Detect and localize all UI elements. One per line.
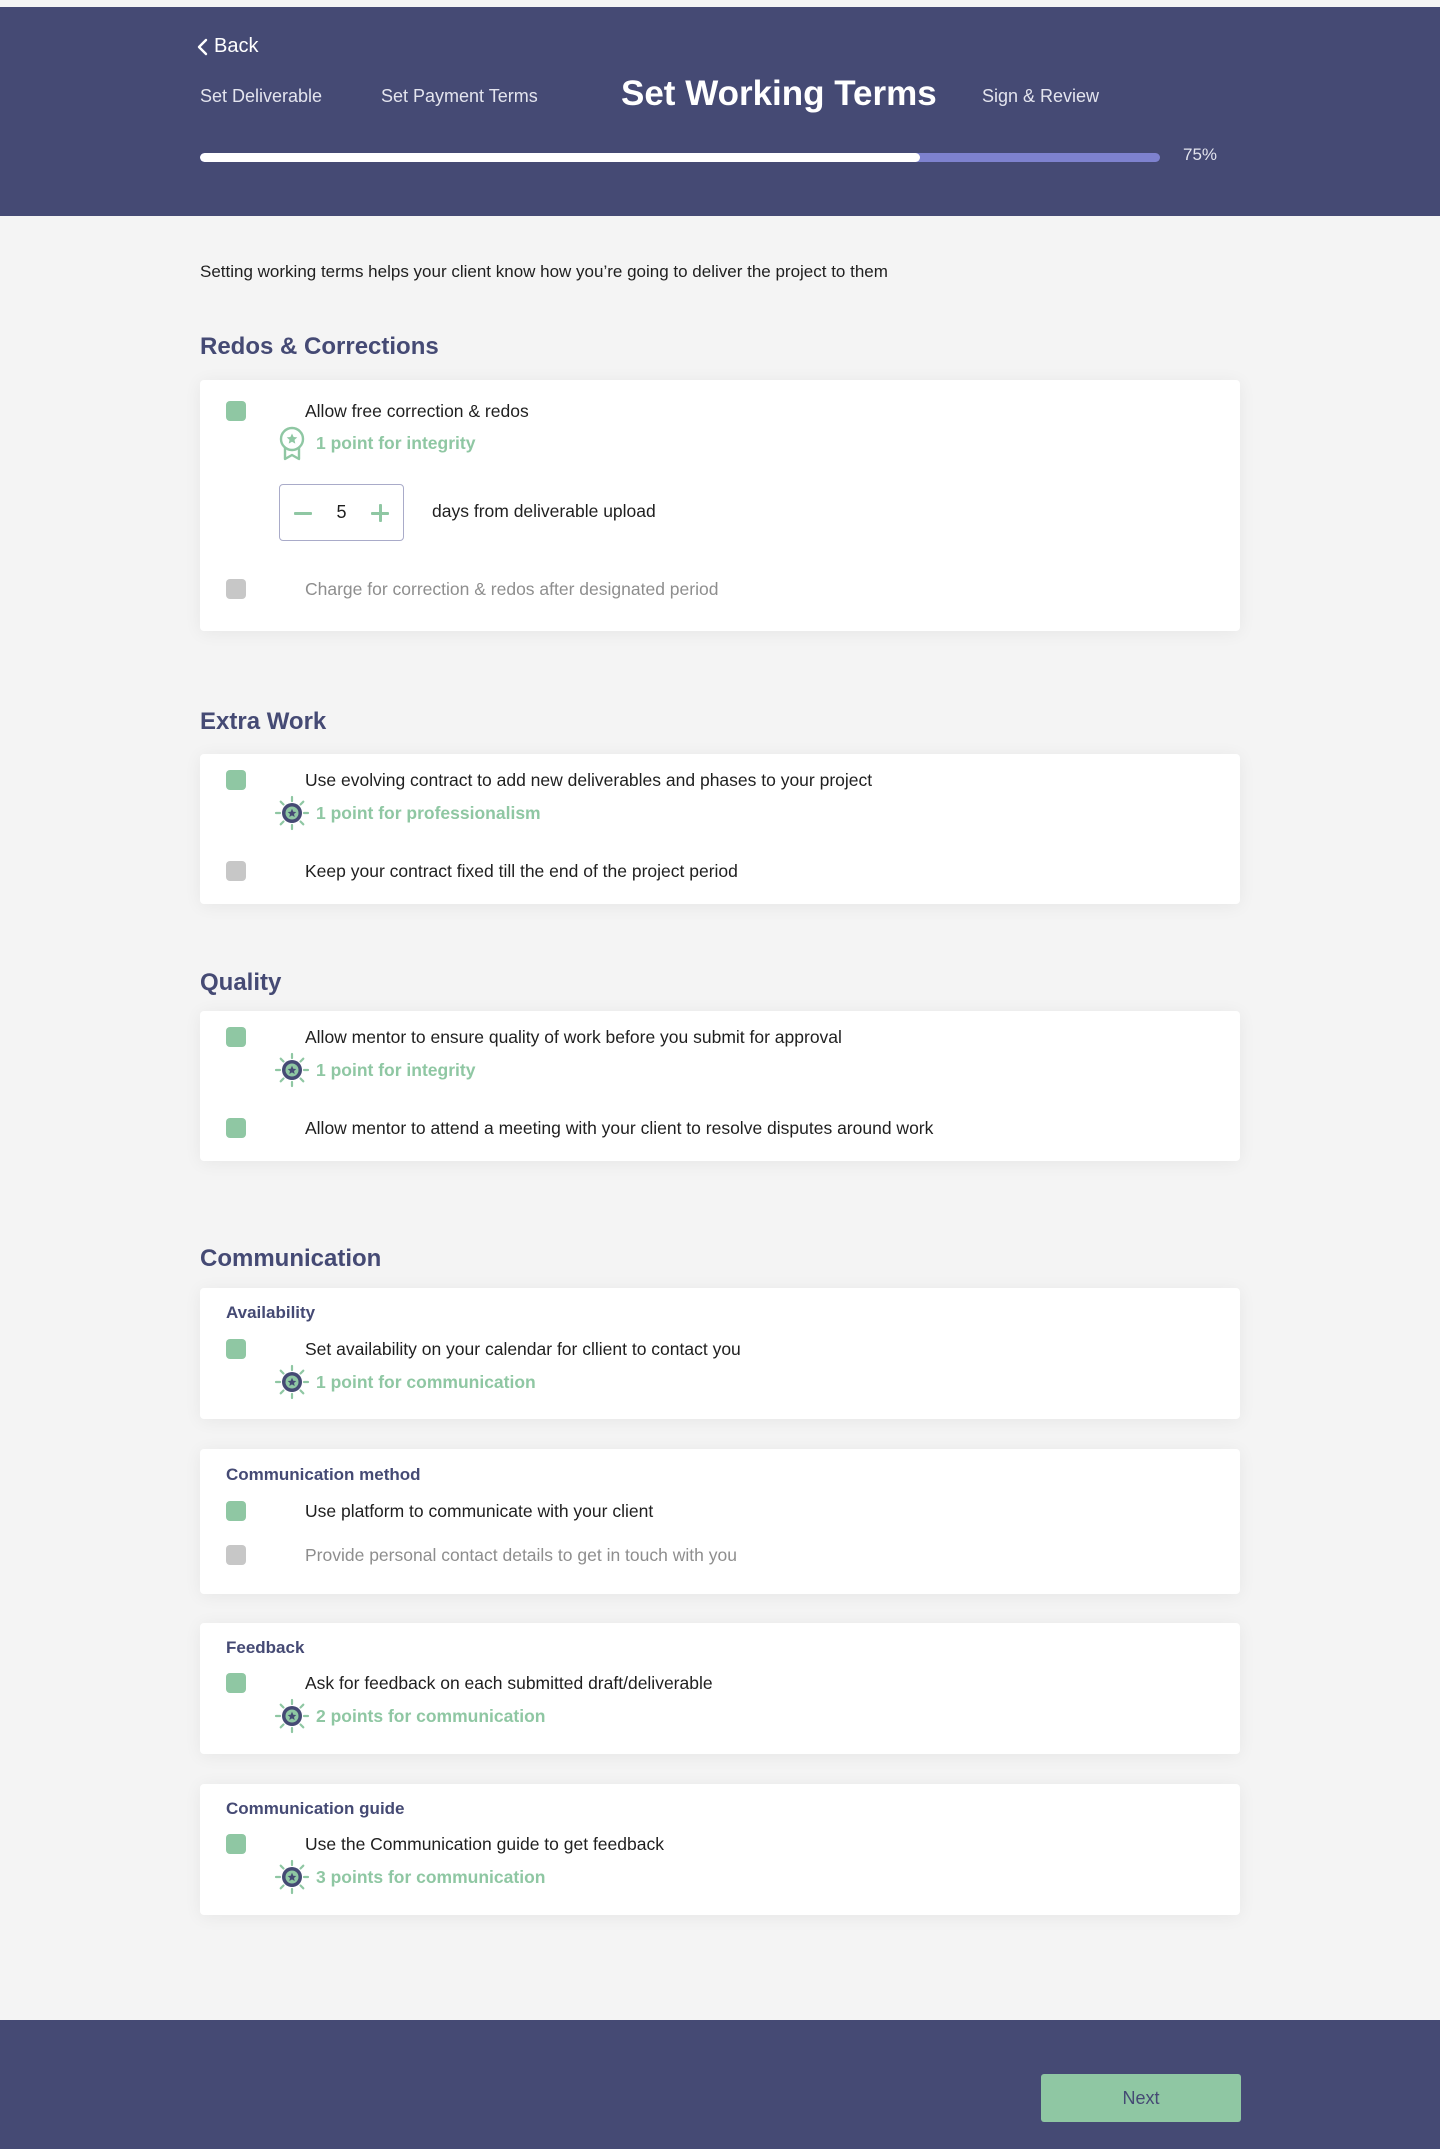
points-badge: 1 point for professionalism (274, 796, 541, 830)
checkbox-communication-guide[interactable] (226, 1834, 246, 1854)
back-label: Back (214, 35, 259, 57)
checkbox-use-platform[interactable] (226, 1501, 246, 1521)
points-badge: 1 point for integrity (274, 426, 475, 460)
progress-bar-fill (200, 153, 920, 162)
top-strip (0, 0, 1440, 7)
checkbox-personal-contact[interactable] (226, 1545, 246, 1565)
subtitle-availability: Availability (226, 1303, 316, 1322)
option-communication-guide[interactable]: Use the Communication guide to get feedb… (226, 1831, 1220, 1857)
footer-bar: Next (0, 2020, 1440, 2149)
option-free-redos[interactable]: Allow free correction & redos (226, 398, 1220, 424)
points-label: 3 points for communication (316, 1866, 546, 1887)
ribbon-badge-icon (274, 425, 310, 461)
option-label: Use the Communication guide to get feedb… (305, 1833, 664, 1854)
points-label: 1 point for professionalism (316, 802, 541, 823)
section-title-redos: Redos & Corrections (200, 333, 439, 360)
checkbox-mentor-meeting[interactable] (226, 1118, 246, 1138)
sun-badge-icon (274, 1698, 310, 1734)
option-label: Provide personal contact details to get … (305, 1544, 737, 1565)
section-title-quality: Quality (200, 969, 282, 996)
feedback-card: Feedback Ask for feedback on each submit… (200, 1623, 1240, 1754)
redos-card: Allow free correction & redos 1 point fo… (200, 380, 1240, 631)
days-stepper[interactable]: 5 (279, 484, 404, 541)
next-button[interactable]: Next (1041, 2074, 1241, 2122)
option-ask-feedback[interactable]: Ask for feedback on each submitted draft… (226, 1670, 1220, 1696)
communication-method-card: Communication method Use platform to com… (200, 1449, 1240, 1594)
sun-badge-icon (274, 1859, 310, 1895)
sun-badge-icon (274, 1052, 310, 1088)
option-personal-contact[interactable]: Provide personal contact details to get … (226, 1542, 1220, 1568)
progress-bar (200, 153, 1160, 162)
step-sign-review[interactable]: Sign & Review (982, 86, 1099, 107)
option-mentor-quality[interactable]: Allow mentor to ensure quality of work b… (226, 1024, 1220, 1050)
intro-text: Setting working terms helps your client … (200, 262, 888, 281)
step-set-working-terms-current: Set Working Terms (621, 74, 937, 113)
option-use-platform[interactable]: Use platform to communicate with your cl… (226, 1498, 1220, 1524)
step-set-payment-terms[interactable]: Set Payment Terms (381, 86, 538, 107)
option-evolving-contract[interactable]: Use evolving contract to add new deliver… (226, 767, 1220, 793)
points-badge: 3 points for communication (274, 1860, 545, 1894)
checkbox-free-redos[interactable] (226, 401, 246, 421)
chevron-left-icon (197, 38, 208, 55)
option-label: Keep your contract fixed till the end of… (305, 860, 738, 881)
checkbox-fixed-contract[interactable] (226, 861, 246, 881)
option-label: Allow free correction & redos (305, 400, 529, 421)
option-fixed-contract[interactable]: Keep your contract fixed till the end of… (226, 858, 1220, 884)
points-badge: 1 point for communication (274, 1365, 536, 1399)
points-label: 2 points for communication (316, 1705, 546, 1726)
subtitle-feedback: Feedback (226, 1638, 305, 1657)
subtitle-communication-method: Communication method (226, 1465, 421, 1484)
minus-icon[interactable] (292, 502, 314, 524)
back-button[interactable]: Back (197, 35, 258, 58)
option-label: Allow mentor to attend a meeting with yo… (305, 1117, 934, 1138)
plus-icon[interactable] (369, 502, 391, 524)
option-label: Allow mentor to ensure quality of work b… (305, 1026, 842, 1047)
points-label: 1 point for integrity (316, 432, 476, 453)
extra-work-card: Use evolving contract to add new deliver… (200, 754, 1240, 904)
option-mentor-meeting[interactable]: Allow mentor to attend a meeting with yo… (226, 1115, 1220, 1141)
wizard-header: Back Set Deliverable Set Payment Terms S… (0, 7, 1440, 216)
stepper-label: days from deliverable upload (432, 501, 656, 521)
option-label: Use platform to communicate with your cl… (305, 1500, 654, 1521)
points-badge: 2 points for communication (274, 1699, 545, 1733)
step-set-deliverable[interactable]: Set Deliverable (200, 86, 322, 107)
checkbox-ask-feedback[interactable] (226, 1673, 246, 1693)
option-label: Set availability on your calendar for cl… (305, 1338, 741, 1359)
quality-card: Allow mentor to ensure quality of work b… (200, 1011, 1240, 1161)
availability-card: Availability Set availability on your ca… (200, 1288, 1240, 1419)
checkbox-charge-redos[interactable] (226, 579, 246, 599)
option-charge-redos[interactable]: Charge for correction & redos after desi… (226, 576, 1220, 602)
checkbox-evolving-contract[interactable] (226, 770, 246, 790)
communication-guide-card: Communication guide Use the Communicatio… (200, 1784, 1240, 1915)
option-label: Use evolving contract to add new deliver… (305, 769, 873, 790)
option-label: Charge for correction & redos after desi… (305, 578, 719, 599)
option-availability[interactable]: Set availability on your calendar for cl… (226, 1336, 1220, 1362)
section-title-extra-work: Extra Work (200, 708, 327, 735)
stepper-value: 5 (336, 502, 347, 522)
sun-badge-icon (274, 1364, 310, 1400)
sun-badge-icon (274, 795, 310, 831)
points-badge: 1 point for integrity (274, 1053, 475, 1087)
progress-percent: 75% (1183, 145, 1218, 164)
points-label: 1 point for integrity (316, 1059, 476, 1080)
checkbox-mentor-quality[interactable] (226, 1027, 246, 1047)
points-label: 1 point for communication (316, 1371, 536, 1392)
checkbox-availability[interactable] (226, 1339, 246, 1359)
option-label: Ask for feedback on each submitted draft… (305, 1672, 713, 1693)
subtitle-communication-guide: Communication guide (226, 1799, 405, 1818)
section-title-communication: Communication (200, 1245, 382, 1272)
